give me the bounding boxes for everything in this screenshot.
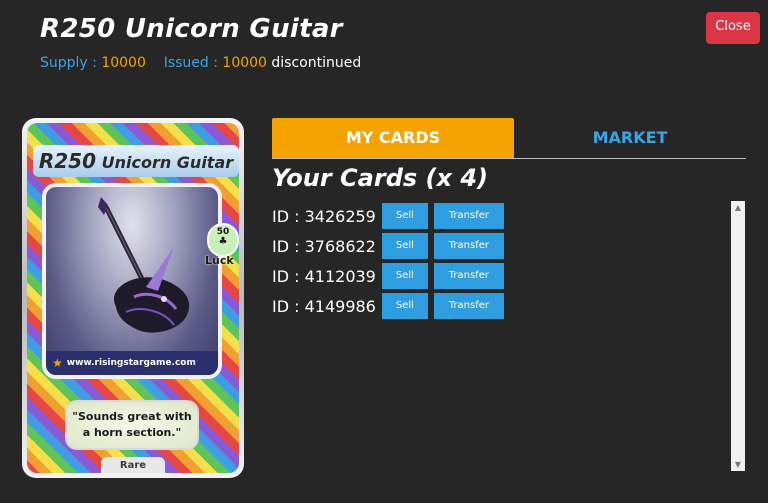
- card-url: www.risingstargame.com: [66, 358, 196, 368]
- card-id: ID : 4149986: [272, 296, 376, 316]
- close-button[interactable]: Close: [706, 12, 760, 44]
- luck-badge: 50 ♣: [207, 223, 239, 257]
- status-text: discontinued: [271, 55, 362, 71]
- card-image: R250 Unicorn Guitar ★ www.risingstargame…: [22, 118, 244, 478]
- issued-label: Issued :: [163, 55, 218, 71]
- sell-button[interactable]: Sell: [381, 233, 428, 259]
- sell-button[interactable]: Sell: [381, 203, 428, 229]
- card-row: ID : 3768622 Sell Transfer: [272, 232, 504, 260]
- tab-divider: [272, 158, 746, 159]
- card-url-bar: ★ www.risingstargame.com: [46, 351, 218, 375]
- clover-icon: ♣: [218, 236, 228, 247]
- card-id: ID : 3426259: [272, 206, 376, 226]
- transfer-button[interactable]: Transfer: [433, 233, 504, 259]
- card-quote: "Sounds great with a horn section.": [65, 400, 199, 450]
- card-rarity: Rare: [101, 457, 165, 473]
- your-cards-heading: Your Cards (x 4): [272, 164, 488, 192]
- card-id: ID : 4112039: [272, 266, 376, 286]
- card-row: ID : 3426259 Sell Transfer: [272, 202, 504, 230]
- transfer-button[interactable]: Transfer: [433, 293, 504, 319]
- card-frame: R250 Unicorn Guitar ★ www.risingstargame…: [27, 123, 239, 473]
- unicorn-guitar-illustration: [98, 197, 190, 333]
- page-title: R250 Unicorn Guitar: [40, 14, 343, 44]
- scroll-down-arrow-icon[interactable]: ▼: [731, 460, 745, 469]
- transfer-button[interactable]: Transfer: [433, 203, 504, 229]
- sell-button[interactable]: Sell: [381, 293, 428, 319]
- luck-label: Luck: [205, 254, 234, 267]
- supply-info: Supply : 10000 Issued : 10000 discontinu…: [40, 55, 361, 71]
- card-artwork: ★ www.risingstargame.com: [42, 183, 222, 379]
- card-id: ID : 3768622: [272, 236, 376, 256]
- transfer-button[interactable]: Transfer: [433, 263, 504, 289]
- supply-value: 10000: [101, 55, 146, 71]
- sell-button[interactable]: Sell: [381, 263, 428, 289]
- card-name-number: R250: [38, 149, 97, 173]
- card-row: ID : 4112039 Sell Transfer: [272, 262, 504, 290]
- tab-market[interactable]: MARKET: [514, 118, 746, 158]
- card-name: R250 Unicorn Guitar: [33, 145, 239, 177]
- supply-label: Supply :: [40, 55, 97, 71]
- issued-value: 10000: [222, 55, 267, 71]
- scroll-up-arrow-icon[interactable]: ▲: [731, 203, 745, 212]
- card-name-text: Unicorn Guitar: [101, 153, 234, 172]
- card-row: ID : 4149986 Sell Transfer: [272, 292, 504, 320]
- tab-my-cards[interactable]: MY CARDS: [272, 118, 514, 158]
- cards-scrollbar[interactable]: ▲ ▼: [731, 201, 745, 471]
- star-icon: ★: [52, 356, 63, 370]
